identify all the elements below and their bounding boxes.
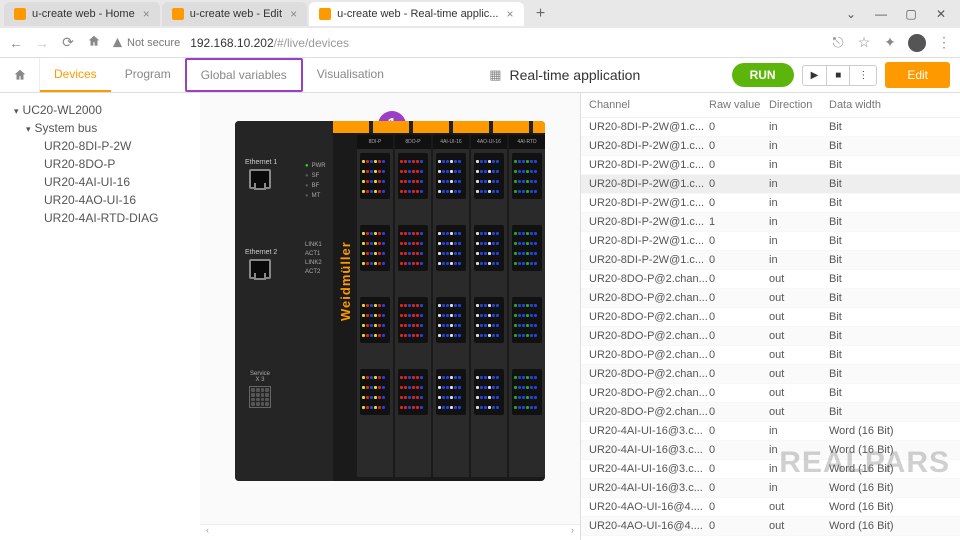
cpu-icon: ▦ (489, 67, 501, 83)
star-icon[interactable]: ☆ (856, 34, 872, 51)
tab-global-variables[interactable]: Global variables (185, 58, 303, 92)
tree-module[interactable]: UR20-4AI-UI-16 (4, 173, 196, 191)
table-row[interactable]: UR20-8DO-P@2.chan...0outBit (581, 384, 960, 403)
brand-label: Weidmüller (338, 161, 352, 321)
page-title: ▦Real-time application (398, 67, 732, 83)
table-row[interactable]: UR20-8DI-P-2W@1.c...0inBit (581, 137, 960, 156)
table-row[interactable]: UR20-8DI-P-2W@1.c...0inBit (581, 194, 960, 213)
back-icon[interactable]: ← (8, 35, 24, 51)
tree-module[interactable]: UR20-8DI-P-2W (4, 137, 196, 155)
status-bar: ‹› (200, 524, 580, 540)
table-row[interactable]: UR20-4AI-UI-16@3.c...0inWord (16 Bit) (581, 422, 960, 441)
browser-addressbar: ← → ⟳ Not secure 192.168.10.202/#/live/d… (0, 28, 960, 58)
close-icon[interactable]: × (143, 7, 150, 21)
tree-module[interactable]: UR20-8DO-P (4, 155, 196, 173)
puzzle-icon[interactable]: ✦ (882, 34, 898, 51)
tab-devices[interactable]: Devices (40, 58, 111, 92)
edit-button[interactable]: Edit (885, 62, 950, 88)
avatar[interactable] (908, 34, 926, 52)
share-icon[interactable]: ⎋ (830, 34, 846, 51)
table-row[interactable]: UR20-8DI-P-2W@1.c...1inBit (581, 213, 960, 232)
table-row[interactable]: UR20-8DI-P-2W@1.c...0inBit (581, 175, 960, 194)
play-controls: ▶ ■ ⋮ (802, 65, 878, 86)
app-toolbar: Devices Program Global variables Visuali… (0, 58, 960, 93)
security-indicator[interactable]: Not secure (112, 37, 180, 49)
table-row[interactable]: UR20-8DO-P@2.chan...0outBit (581, 327, 960, 346)
table-row[interactable]: UR20-8DO-P@2.chan...0outBit (581, 365, 960, 384)
col-direction[interactable]: Direction (769, 99, 829, 111)
tab-program[interactable]: Program (111, 58, 185, 92)
tab-visualisation[interactable]: Visualisation (303, 58, 398, 92)
col-channel[interactable]: Channel (589, 99, 709, 111)
table-row[interactable]: UR20-8DI-P-2W@1.c...0inBit (581, 232, 960, 251)
table-row[interactable]: UR20-4AI-UI-16@3.c...0inWord (16 Bit) (581, 479, 960, 498)
window-maximize[interactable]: ▢ (896, 0, 926, 28)
forward-icon[interactable]: → (34, 35, 50, 51)
device-view: 1 Ethernet 1 Ethernet 2 ServiceX 3 PWRSF… (200, 93, 580, 540)
more-icon[interactable]: ⋮ (850, 66, 876, 85)
channel-table: Channel Raw value Direction Data width U… (580, 93, 960, 540)
close-icon[interactable]: × (506, 7, 513, 21)
tree-module[interactable]: UR20-4AO-UI-16 (4, 191, 196, 209)
tree-module[interactable]: UR20-4AI-RTD-DIAG (4, 209, 196, 227)
table-row[interactable]: UR20-8DO-P@2.chan...0outBit (581, 346, 960, 365)
device-tree: UC20-WL2000 System bus UR20-8DI-P-2W UR2… (0, 93, 200, 540)
window-minimize[interactable]: — (866, 0, 896, 28)
home-icon[interactable] (86, 34, 102, 51)
tree-root[interactable]: UC20-WL2000 (4, 101, 196, 119)
tree-system-bus[interactable]: System bus (4, 119, 196, 137)
col-raw[interactable]: Raw value (709, 99, 769, 111)
table-row[interactable]: UR20-4AO-UI-16@4....0outWord (16 Bit) (581, 498, 960, 517)
table-row[interactable]: UR20-8DO-P@2.chan...0outBit (581, 403, 960, 422)
app-home-button[interactable] (0, 58, 40, 92)
table-row[interactable]: UR20-8DO-P@2.chan...0outBit (581, 289, 960, 308)
table-row[interactable]: UR20-4AI-UI-16@3.c...0inWord (16 Bit) (581, 460, 960, 479)
stop-icon[interactable]: ■ (827, 66, 850, 85)
table-row[interactable]: UR20-8DO-P@2.chan...0outBit (581, 308, 960, 327)
url-field[interactable]: 192.168.10.202/#/live/devices (190, 36, 820, 50)
run-button[interactable]: RUN (732, 63, 794, 87)
new-tab-button[interactable]: + (530, 3, 552, 25)
table-row[interactable]: UR20-4AI-UI-16@3.c...0inWord (16 Bit) (581, 441, 960, 460)
browser-titlebar: u-create web - Home× u-create web - Edit… (0, 0, 960, 28)
browser-tab[interactable]: u-create web - Edit× (162, 2, 307, 26)
play-icon[interactable]: ▶ (803, 66, 828, 85)
table-row[interactable]: UR20-4AO-UI-16@4....0outWord (16 Bit) (581, 517, 960, 536)
table-row[interactable]: UR20-8DI-P-2W@1.c...0inBit (581, 156, 960, 175)
browser-tab[interactable]: u-create web - Home× (4, 2, 160, 26)
menu-icon[interactable]: ⋮ (936, 34, 952, 51)
window-close[interactable]: ✕ (926, 0, 956, 28)
chevron-down-icon[interactable]: ⌄ (836, 0, 866, 28)
table-row[interactable]: UR20-8DI-P-2W@1.c...0inBit (581, 251, 960, 270)
close-icon[interactable]: × (290, 7, 297, 21)
plc-image: Ethernet 1 Ethernet 2 ServiceX 3 PWRSFBF… (235, 121, 545, 481)
table-row[interactable]: UR20-8DO-P@2.chan...0outBit (581, 270, 960, 289)
table-row[interactable]: UR20-4AO-UI-16@4....0outWord (16 Bit) (581, 536, 960, 540)
reload-icon[interactable]: ⟳ (60, 34, 76, 51)
browser-tab-active[interactable]: u-create web - Real-time applic...× (309, 2, 523, 26)
col-width[interactable]: Data width (829, 99, 952, 111)
table-row[interactable]: UR20-8DI-P-2W@1.c...0inBit (581, 118, 960, 137)
warning-icon (112, 37, 123, 48)
